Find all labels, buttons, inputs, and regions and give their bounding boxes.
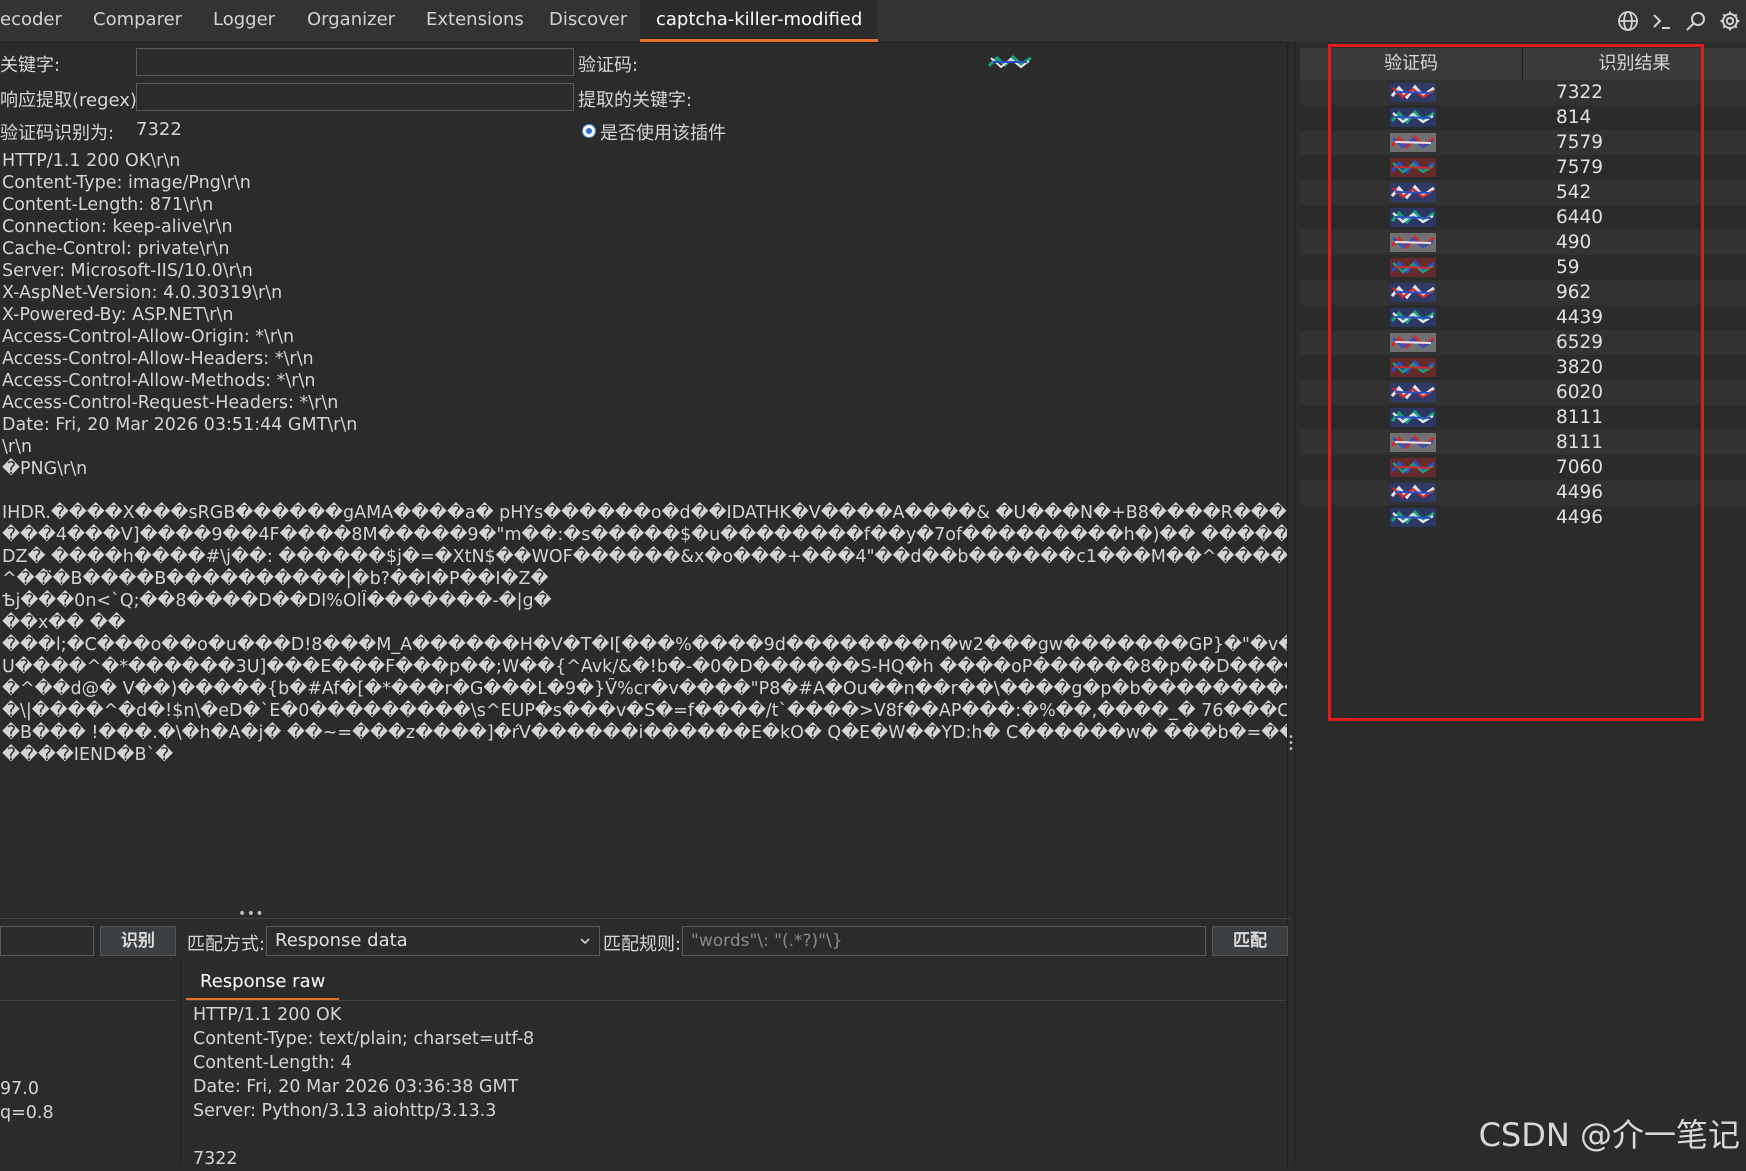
watermark-text: CSDN @介一笔记 [1478, 1116, 1740, 1154]
tab-response-raw[interactable]: Response raw [186, 965, 340, 1001]
vertical-splitter-handle[interactable]: • • • [1288, 733, 1294, 755]
response-line: Content-Length: 4 [193, 1053, 352, 1073]
raw-line: �B��� !���.�\�h�A�j� ��~=���z����]�ŕV���… [2, 723, 1292, 743]
request-fragment-line: 97.0 [0, 1079, 39, 1099]
raw-line [2, 480, 1292, 502]
raw-line: IHDR.����X���sRGB������gAMA����a� pHYs��… [2, 503, 1292, 523]
keyword-label: 关键字: [0, 55, 61, 76]
response-line: 7322 [193, 1149, 238, 1169]
recognize-button[interactable]: 识别 [100, 926, 176, 956]
raw-line: Access-Control-Request-Headers: *\r\n [2, 393, 339, 413]
tab-extensions[interactable]: Extensions [426, 0, 524, 42]
tab-discover[interactable]: Discover [549, 0, 627, 42]
tab-captcha-killer-modified[interactable]: captcha-killer-modified [640, 0, 879, 42]
vertical-splitter[interactable] [1287, 42, 1295, 1166]
recognized-label: 验证码识别为: [0, 123, 115, 144]
captcha-label: 验证码: [578, 55, 639, 76]
use-plugin-radio[interactable] [582, 124, 596, 138]
raw-line: Ѣj���0n<`Q;��8����D��DI%OlÎ�������-�|g� [2, 591, 552, 611]
response-line: Date: Fri, 20 Mar 2026 03:36:38 GMT [193, 1077, 519, 1097]
raw-line: ��x�� �� [2, 613, 126, 633]
raw-line: Content-Type: image/Png\r\n [2, 173, 251, 193]
subtab-underline [186, 1000, 1286, 1001]
match-button[interactable]: 匹配 [1212, 926, 1288, 956]
extracted-keyword-label: 提取的关键字: [578, 90, 693, 111]
raw-line: Cache-Control: private\r\n [2, 239, 230, 259]
terminal-icon[interactable] [1650, 9, 1674, 33]
match-rule-placeholder: "words"\: "(.*?)"\} [691, 931, 843, 951]
raw-line: \r\n [2, 437, 33, 457]
regex-input[interactable] [136, 83, 574, 111]
raw-line: �^��d@� V��)�����{b�#Af�[�*���r�G���L�9�… [2, 679, 1292, 699]
recognition-response-viewer[interactable]: HTTP/1.1 200 OK Content-Type: text/plain… [193, 1003, 534, 1171]
tab-comparer[interactable]: Comparer [93, 0, 182, 42]
raw-line: X-AspNet-Version: 4.0.30319\r\n [2, 283, 283, 303]
match-rule-input[interactable]: "words"\: "(.*?)"\} [682, 926, 1206, 956]
raw-line: Server: Microsoft-IIS/10.0\r\n [2, 261, 253, 281]
request-fragment-line: q=0.8 [0, 1103, 54, 1123]
raw-line: Access-Control-Allow-Origin: *\r\n [2, 327, 295, 347]
globe-icon[interactable] [1616, 9, 1640, 33]
raw-line: ���l;�C���o��o�u���D!8���M_A������H�V�T�… [2, 635, 1292, 655]
section-divider [0, 918, 1290, 919]
use-plugin-label: 是否使用该插件 [600, 123, 726, 144]
response-line [193, 1123, 534, 1147]
response-line: Server: Python/3.13 aiohttp/3.13.3 [193, 1101, 497, 1121]
match-mode-label: 匹配方式: [187, 934, 266, 955]
raw-line: �PNG\r\n [2, 459, 88, 479]
match-mode-select[interactable]: Response data [266, 926, 600, 956]
tab-organizer[interactable]: Organizer [307, 0, 395, 42]
tab-decoder[interactable]: ecoder [0, 0, 62, 42]
search-icon[interactable] [1684, 9, 1708, 33]
raw-line: ����IEND�B`� [2, 745, 174, 765]
raw-line: HTTP/1.1 200 OK\r\n [2, 151, 181, 171]
top-tab-bar: ecoder Comparer Logger Organizer Extensi… [0, 0, 1746, 43]
raw-line: U����^�*������3U]���E���F���p��;W��{^Avk… [2, 657, 1292, 677]
recognize-url-input[interactable] [0, 926, 94, 956]
left-column-divider [0, 1000, 176, 1001]
raw-line: Content-Length: 871\r\n [2, 195, 214, 215]
highlight-annotation-box [1328, 44, 1704, 721]
regex-label: 响应提取(regex): [0, 90, 144, 111]
raw-line: ^��̈�B����B����������|�b?��I�P��I�Z� [2, 569, 549, 589]
raw-line: Access-Control-Allow-Headers: *\r\n [2, 349, 314, 369]
keyword-input[interactable] [136, 48, 574, 76]
raw-line: Access-Control-Allow-Methods: *\r\n [2, 371, 316, 391]
recognized-value: 7322 [136, 119, 182, 140]
raw-line: Date: Fri, 20 Mar 2026 03:51:44 GMT\r\n [2, 415, 358, 435]
raw-response-viewer[interactable]: HTTP/1.1 200 OK\r\n Content-Type: image/… [2, 150, 1292, 766]
raw-line: X-Powered-By: ASP.NET\r\n [2, 305, 234, 325]
response-line: Content-Type: text/plain; charset=utf-8 [193, 1029, 535, 1049]
raw-line: �\|����^�d�!$n\�eD�`E�0���������\s^EUP�s… [2, 701, 1292, 721]
raw-line: DZ� ����h����#\j��: ������$j�=�XtN$��WOF… [2, 547, 1292, 567]
match-rule-label: 匹配规则: [603, 934, 682, 955]
bottom-column-separator [180, 960, 181, 1166]
horizontal-splitter-handle[interactable]: • • • [238, 906, 264, 922]
raw-line: Connection: keep-alive\r\n [2, 217, 233, 237]
settings-icon[interactable] [1718, 9, 1742, 33]
captcha-preview-image [987, 52, 1033, 72]
tab-logger[interactable]: Logger [213, 0, 275, 42]
chevron-down-icon [580, 938, 590, 945]
match-mode-value: Response data [275, 930, 408, 951]
response-line: HTTP/1.1 200 OK [193, 1005, 342, 1025]
raw-line: ���4���V]����9��4F����8M�����9�"m��:�s��… [2, 525, 1292, 545]
